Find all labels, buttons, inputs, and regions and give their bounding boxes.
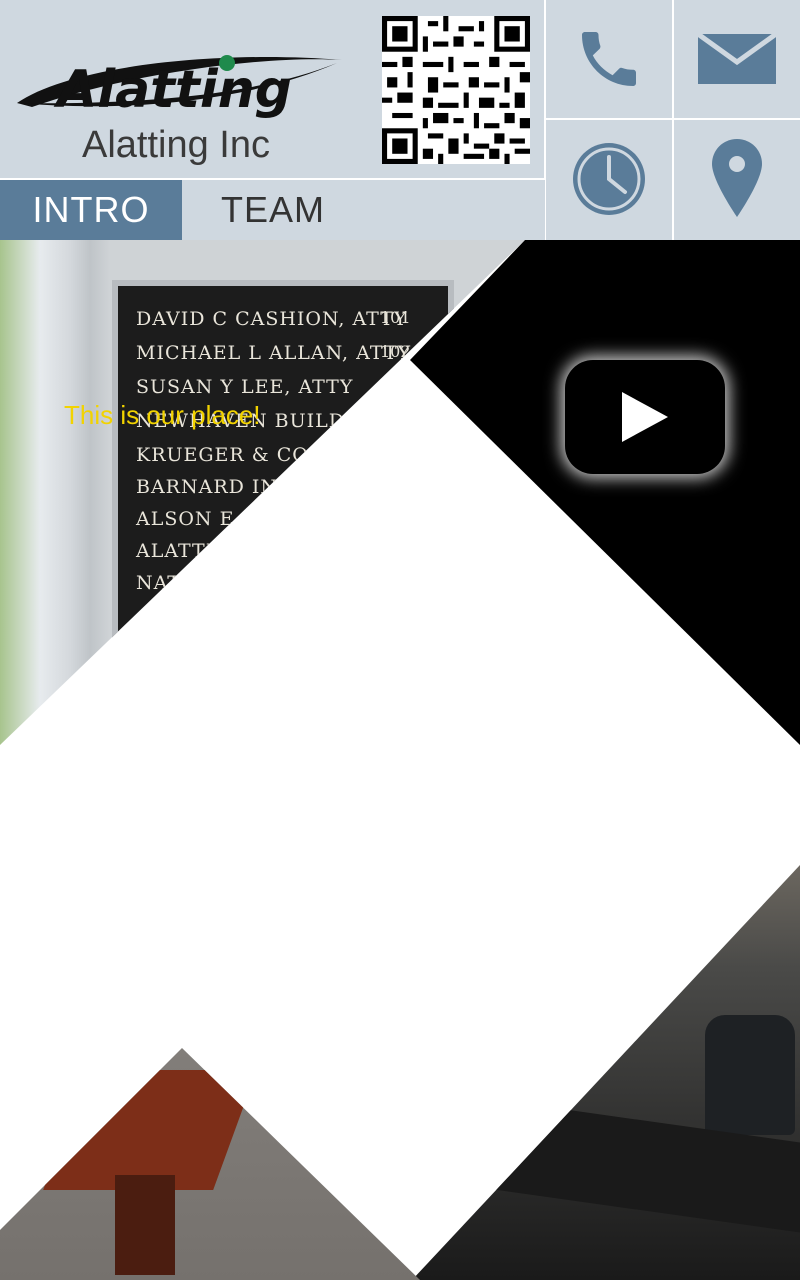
directory-board: DAVID C CASHION, ATTY 101 MICHAEL L ALLA… xyxy=(112,280,454,712)
tab-empty[interactable] xyxy=(364,180,545,240)
directory-entry: ALATTING xyxy=(136,540,249,562)
main-content: DAVID C CASHION, ATTY 101 MICHAEL L ALLA… xyxy=(0,240,800,1280)
tab-team[interactable]: TEAM xyxy=(184,180,362,240)
tab-intro[interactable]: INTRO xyxy=(0,180,182,240)
directory-entry: MICHAEL L ALLAN, ATTY xyxy=(136,342,412,364)
directory-entry: BARNARD INVESTMENT xyxy=(136,476,402,498)
location-button[interactable] xyxy=(674,120,800,238)
directory-entry: NATION xyxy=(136,572,224,594)
tab-bar: INTRO TEAM xyxy=(0,180,545,240)
phone-button[interactable] xyxy=(546,0,672,118)
clock-icon xyxy=(573,143,645,215)
conference-table xyxy=(43,1070,257,1190)
qr-code-icon[interactable] xyxy=(382,16,530,164)
play-button[interactable] xyxy=(565,360,725,474)
photo-caption: This is our place! xyxy=(64,400,261,430)
directory-entry: ALSON E HALL xyxy=(136,508,302,530)
phone-icon xyxy=(582,32,636,86)
table-base xyxy=(115,1175,175,1275)
play-icon xyxy=(622,392,668,442)
app-header: Alatting Alatting Inc INTRO TEAM xyxy=(0,0,800,240)
office-chair xyxy=(705,1015,795,1135)
logo-area[interactable]: Alatting Alatting Inc xyxy=(0,0,545,178)
email-button[interactable] xyxy=(674,0,800,118)
company-logo: Alatting xyxy=(17,55,342,120)
directory-entry: DAVID C CASHION, ATTY xyxy=(136,308,408,330)
company-name: Alatting Inc xyxy=(82,124,270,166)
logo-wordmark: Alatting xyxy=(53,60,292,120)
directory-number: 101 xyxy=(380,308,411,327)
directory-entry: KRUEGER & COMPANY xyxy=(136,444,388,466)
directory-number: 102 xyxy=(380,342,411,361)
location-pin-icon xyxy=(712,139,762,217)
hours-button[interactable] xyxy=(546,120,672,238)
mail-icon xyxy=(698,34,776,84)
directory-entry: SUSAN Y LEE, ATTY xyxy=(136,376,354,398)
